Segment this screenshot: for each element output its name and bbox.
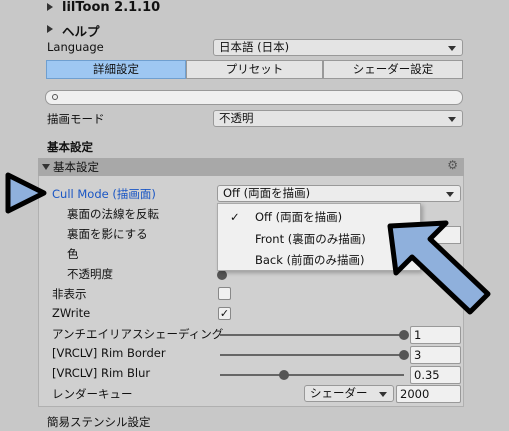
right-pointing-arrow-icon: [5, 172, 47, 214]
pointer-arrow-icon: [387, 220, 491, 315]
annotation-overlay: [5, 172, 491, 315]
